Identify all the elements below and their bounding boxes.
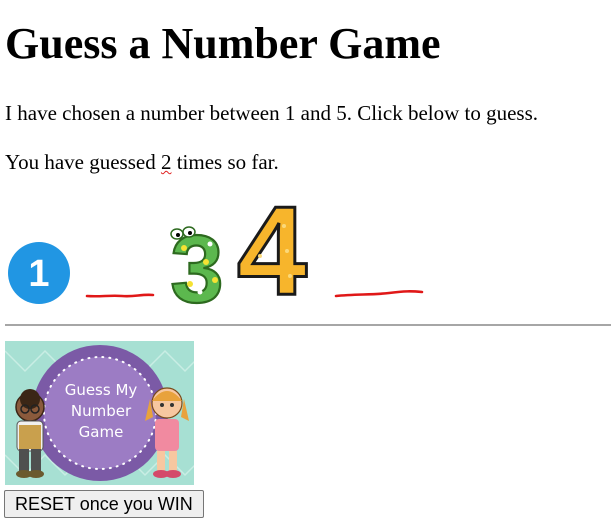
guess-my-number-banner: Guess My Number Game	[5, 341, 194, 485]
guess-number-1[interactable]: 1	[4, 241, 74, 305]
reset-button[interactable]: RESET once you WIN	[4, 490, 204, 518]
banner-line-2: Number	[71, 402, 132, 420]
choice-label-4: 4	[237, 196, 307, 312]
guess-count-suffix: times so far.	[171, 150, 279, 174]
guess-count-value: 2	[160, 150, 172, 174]
guess-number-3[interactable]: 3	[160, 222, 232, 308]
banner-line-3: Game	[79, 423, 124, 441]
red-scribble-icon	[85, 293, 155, 298]
page-title: Guess a Number Game	[5, 19, 441, 68]
red-scribble-icon	[334, 290, 424, 298]
guess-count-text: You have guessed 2 times so far.	[5, 149, 279, 175]
choice-label-1: 1	[28, 253, 49, 295]
banner-line-1: Guess My	[65, 381, 138, 399]
guess-count-prefix: You have guessed	[5, 150, 161, 174]
horizontal-divider	[5, 324, 611, 326]
guess-number-5-guessed[interactable]	[333, 284, 425, 302]
guess-number-2-guessed[interactable]	[84, 286, 156, 304]
instructions-text: I have chosen a number between 1 and 5. …	[5, 101, 539, 125]
guess-number-4[interactable]: 4	[232, 196, 312, 312]
